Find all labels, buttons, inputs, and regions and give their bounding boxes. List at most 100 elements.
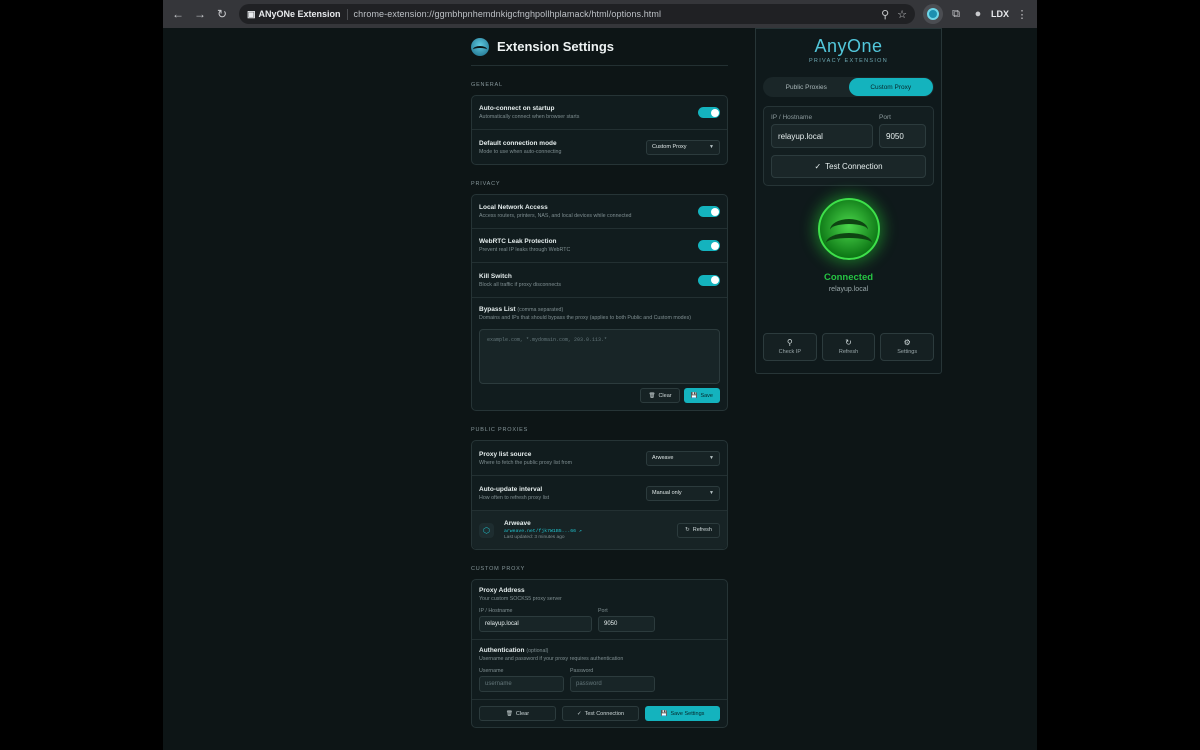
interval-select-value: Manual only xyxy=(652,490,682,496)
bypass-clear-button[interactable]: 🗑 Clear xyxy=(640,388,680,403)
port-input[interactable]: 9050 xyxy=(598,616,655,632)
bypass-textarea[interactable]: example.com, *.mydomain.com, 203.0.113.* xyxy=(479,329,720,384)
browser-toolbar: ← → ↻ ▣ ANyONe Extension chrome-extensio… xyxy=(163,0,1037,28)
connection-status: Connected xyxy=(823,272,874,283)
connection-orb-button[interactable] xyxy=(817,198,880,260)
source-url-link[interactable]: arweave.net/fjk7W1B5...66 ↗ xyxy=(504,529,582,534)
source-updated: Last updated: 3 minutes ago xyxy=(504,535,565,540)
webrtc-title: WebRTC Leak Protection xyxy=(479,238,557,245)
bypass-hint: (comma separated) xyxy=(517,307,564,313)
profile-icon[interactable]: ● xyxy=(969,5,987,23)
extension-chip[interactable]: ▣ ANyONe Extension xyxy=(247,8,348,20)
lan-row: Local Network Access Access routers, pri… xyxy=(472,195,727,229)
settings-header: Extension Settings xyxy=(471,28,728,66)
search-icon: ⚲ xyxy=(786,338,793,347)
killswitch-title: Kill Switch xyxy=(479,272,512,280)
check-ip-button[interactable]: ⚲ Check IP xyxy=(763,333,817,361)
privacy-card: Local Network Access Access routers, pri… xyxy=(471,194,728,411)
external-link-icon: ↗ xyxy=(578,529,582,534)
extension-popup: AnyOne PRIVACY EXTENSION Public Proxies … xyxy=(755,28,942,374)
interval-row: Auto-update interval How often to refres… xyxy=(472,476,727,511)
custom-clear-label: Clear xyxy=(515,710,530,717)
bypass-save-label: Save xyxy=(700,392,713,399)
killswitch-row: Kill Switch Block all traffic if proxy d… xyxy=(472,263,727,298)
refresh-icon: ↻ xyxy=(685,527,690,533)
interval-title: Auto-update interval xyxy=(479,485,543,493)
lan-title: Local Network Access xyxy=(479,204,548,211)
bookmark-star-icon[interactable]: ☆ xyxy=(897,8,907,21)
back-icon[interactable]: ← xyxy=(169,5,187,23)
addr-title: Proxy Address xyxy=(479,587,525,594)
check-ip-label: Check IP xyxy=(778,349,801,355)
reload-icon[interactable]: ↻ xyxy=(213,5,231,23)
gear-icon: ⚙ xyxy=(903,338,911,347)
check-circle-icon: ✓ xyxy=(814,162,822,171)
username-input[interactable]: username xyxy=(479,676,564,692)
trash-icon: 🗑 xyxy=(648,392,656,399)
autoconnect-toggle[interactable] xyxy=(698,107,720,118)
host-label: IP / Hostname xyxy=(479,608,513,614)
custom-test-button[interactable]: ✓ Test Connection xyxy=(562,706,639,721)
settings-label: Settings xyxy=(897,349,918,355)
webrtc-row: WebRTC Leak Protection Prevent real IP l… xyxy=(472,229,727,263)
settings-page: Extension Settings GENERAL Auto-connect … xyxy=(471,28,728,728)
popup-port-input[interactable]: 9050 xyxy=(879,124,926,148)
profile-name[interactable]: LDX xyxy=(991,9,1009,19)
tab-public-proxies[interactable]: Public Proxies xyxy=(764,78,849,96)
bypass-clear-label: Clear xyxy=(658,392,672,399)
chevron-down-icon: ▼ xyxy=(709,144,714,150)
source-refresh-button[interactable]: ↻ Refresh xyxy=(677,522,720,538)
url-text[interactable]: chrome-extension://ggmbhpnhemdnkigcfnghp… xyxy=(354,9,662,19)
popup-host-input[interactable]: relayup.local xyxy=(771,124,873,148)
custom-card: Proxy Address Your custom SOCKS5 proxy s… xyxy=(471,579,728,728)
refresh-button[interactable]: ↻ Refresh xyxy=(821,333,876,361)
popup-test-button[interactable]: ✓ Test Connection xyxy=(771,155,926,178)
autoconnect-desc: Automatically connect when browser start… xyxy=(479,114,580,120)
bypass-title: Bypass List (comma separated) xyxy=(479,306,564,313)
port-label: Port xyxy=(598,608,608,614)
tab-custom-proxy[interactable]: Custom Proxy xyxy=(848,78,933,96)
popup-test-label: Test Connection xyxy=(825,162,883,171)
forward-icon[interactable]: → xyxy=(191,5,209,23)
source-select[interactable]: Arweave ▼ xyxy=(646,450,720,466)
killswitch-toggle[interactable] xyxy=(698,274,720,286)
killswitch-desc: Block all traffic if proxy disconnects xyxy=(479,281,562,288)
extension-chip-label: ANyONe Extension xyxy=(258,9,341,19)
anyone-extension-icon[interactable] xyxy=(923,4,943,24)
section-label-privacy: PRIVACY xyxy=(471,181,501,187)
general-card: Auto-connect on startup Automatically co… xyxy=(471,95,728,165)
zoom-icon[interactable]: ⚲ xyxy=(881,8,889,21)
username-label: Username xyxy=(479,668,504,674)
custom-actions: 🗑 Clear ✓ Test Connection 💾 Save Settings xyxy=(472,700,727,727)
custom-clear-button[interactable]: 🗑 Clear xyxy=(479,706,556,721)
mode-title: Default connection mode xyxy=(479,139,557,147)
custom-save-button[interactable]: 💾 Save Settings xyxy=(645,706,720,721)
proxy-address-section: Proxy Address Your custom SOCKS5 proxy s… xyxy=(472,580,727,640)
interval-select[interactable]: Manual only ▼ xyxy=(646,485,720,501)
left-letterbox xyxy=(0,0,163,750)
auth-desc: Username and password if your proxy requ… xyxy=(479,656,624,662)
popup-port-label: Port xyxy=(879,114,891,121)
page-title: Extension Settings xyxy=(497,39,615,54)
chevron-down-icon: ▼ xyxy=(709,455,714,461)
mode-segmented-control: Public Proxies Custom Proxy xyxy=(763,77,934,97)
auth-section: Authentication (optional) Username and p… xyxy=(472,640,727,700)
bypass-save-button[interactable]: 💾 Save xyxy=(683,388,720,403)
popup-host-label: IP / Hostname xyxy=(771,114,813,121)
source-select-value: Arweave xyxy=(652,455,674,461)
cube-icon: ⬡ xyxy=(479,522,494,538)
webrtc-toggle[interactable] xyxy=(698,240,720,251)
interval-desc: How often to refresh proxy list xyxy=(479,494,550,501)
settings-button[interactable]: ⚙ Settings xyxy=(880,333,935,361)
host-input[interactable]: relayup.local xyxy=(479,616,592,632)
right-letterbox xyxy=(1037,0,1200,750)
password-input[interactable]: password xyxy=(570,676,655,692)
extensions-puzzle-icon[interactable]: ⧉ xyxy=(947,5,965,23)
auth-optional: (optional) xyxy=(526,648,549,654)
mode-select[interactable]: Custom Proxy ▼ xyxy=(646,139,720,155)
lan-toggle[interactable] xyxy=(698,206,720,217)
extension-page-icon: ▣ xyxy=(247,8,256,19)
address-bar[interactable]: ▣ ANyONe Extension chrome-extension://gg… xyxy=(239,4,915,24)
menu-kebab-icon[interactable]: ⋮ xyxy=(1013,5,1031,23)
browser-window: ← → ↻ ▣ ANyONe Extension chrome-extensio… xyxy=(163,0,1037,750)
